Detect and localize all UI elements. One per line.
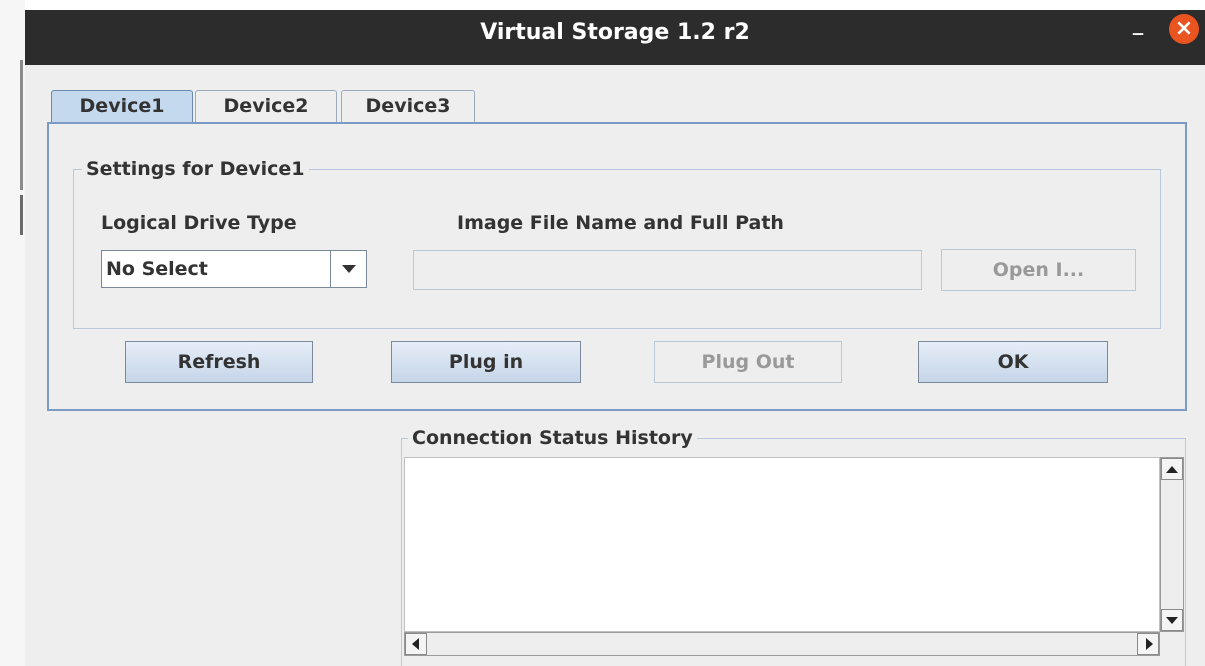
chevron-down-icon <box>342 265 356 273</box>
connection-history-group: Connection Status History <box>401 426 1186 666</box>
vertical-scrollbar[interactable] <box>1160 457 1184 632</box>
dropdown-toggle[interactable] <box>330 251 366 287</box>
drive-type-label: Logical Drive Type <box>101 212 297 234</box>
arrow-right-icon <box>1146 638 1153 650</box>
open-image-button[interactable]: Open I... <box>941 249 1136 291</box>
minimize-icon: – <box>1131 18 1145 48</box>
device-tab-panel: Settings for Device1 Logical Drive Type … <box>47 122 1187 411</box>
history-group-title: Connection Status History <box>408 426 697 450</box>
drive-type-select[interactable]: No Select <box>101 250 367 288</box>
close-button[interactable]: × <box>1169 14 1199 44</box>
window-edge-divider-lower <box>20 195 23 235</box>
tab-device2[interactable]: Device2 <box>195 90 337 122</box>
image-path-label: Image File Name and Full Path <box>457 212 784 234</box>
settings-group-title: Settings for Device1 <box>82 157 309 181</box>
window-title: Virtual Storage 1.2 r2 <box>480 20 750 45</box>
scroll-left-button[interactable] <box>405 633 427 655</box>
connection-history-log[interactable] <box>404 457 1160 632</box>
plug-in-button[interactable]: Plug in <box>391 341 581 383</box>
device-settings-group: Settings for Device1 Logical Drive Type … <box>73 157 1161 329</box>
virtual-storage-window: Virtual Storage 1.2 r2 – × Device1 Devic… <box>25 10 1205 666</box>
scroll-up-button[interactable] <box>1161 458 1183 480</box>
tab-device1[interactable]: Device1 <box>51 90 193 122</box>
scroll-down-button[interactable] <box>1161 609 1183 631</box>
scroll-right-button[interactable] <box>1137 633 1159 655</box>
title-bar: Virtual Storage 1.2 r2 – × <box>25 10 1205 65</box>
arrow-up-icon <box>1166 466 1178 473</box>
plug-out-button[interactable]: Plug Out <box>654 341 842 383</box>
tab-device3[interactable]: Device3 <box>341 90 475 122</box>
image-path-field[interactable] <box>413 250 922 290</box>
close-icon: × <box>1174 16 1194 41</box>
arrow-left-icon <box>412 638 419 650</box>
arrow-down-icon <box>1166 617 1178 624</box>
ok-button[interactable]: OK <box>918 341 1108 383</box>
horizontal-scrollbar[interactable] <box>404 632 1160 656</box>
drive-type-value: No Select <box>106 258 208 280</box>
refresh-button[interactable]: Refresh <box>125 341 313 383</box>
desktop-edge <box>0 0 25 666</box>
window-edge-divider <box>20 60 23 190</box>
minimize-button[interactable]: – <box>1123 18 1153 48</box>
